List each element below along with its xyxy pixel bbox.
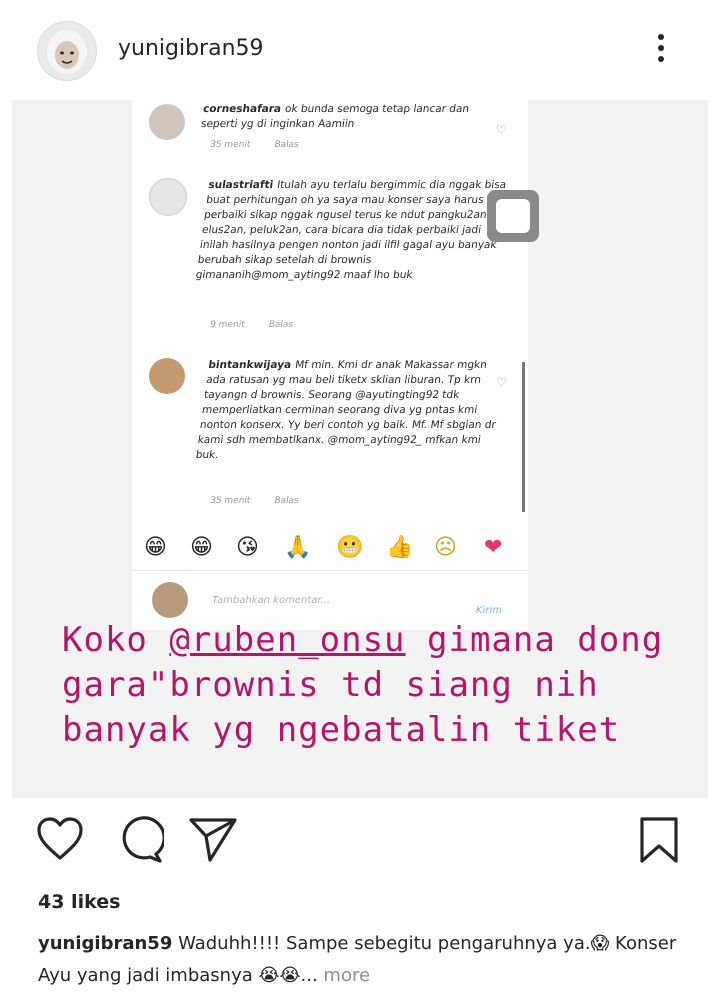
own-avatar	[152, 582, 188, 618]
divider	[132, 570, 528, 571]
share-icon[interactable]	[188, 816, 238, 866]
avatar[interactable]	[37, 21, 97, 81]
emoji: ☹	[434, 535, 457, 560]
post-image[interactable]: corneshafara ok bunda semoga tetap lancar…	[12, 100, 708, 798]
post-username[interactable]: yunigibran59	[118, 36, 264, 61]
caption-username[interactable]: yunigibran59	[38, 933, 172, 954]
comment-meta: 35 menit Balas	[209, 140, 300, 150]
commenter-avatar	[149, 178, 187, 216]
avatar-image	[38, 22, 96, 80]
comment-text: bintankwijaya Mf min. Kmi dr anak Makassa…	[194, 359, 497, 461]
emoji-bar: 😁 😁 😘 🙏 😬 👍 ☹ ❤	[132, 530, 528, 570]
heart-icon: ♡	[496, 375, 507, 389]
emoji: 😁	[190, 535, 213, 560]
overlay-caption: Koko @ruben_onsu gimana dong gara"browni…	[62, 620, 664, 750]
likes-count[interactable]: 43 likes	[38, 891, 120, 913]
bookmark-icon[interactable]	[638, 816, 680, 868]
embedded-screenshot: corneshafara ok bunda semoga tetap lancar…	[132, 100, 539, 630]
comment-text: corneshafara ok bunda semoga tetap lancar…	[200, 103, 470, 130]
emoji: 😬	[336, 535, 364, 560]
heart-icon: ♡	[496, 123, 507, 137]
more-link[interactable]: more	[318, 965, 370, 986]
more-icon[interactable]	[652, 30, 670, 70]
emoji: ❤	[484, 535, 503, 560]
post-caption: yunigibran59 Waduhh!!!! Sampe sebegitu p…	[38, 928, 698, 992]
emoji: 👍	[386, 535, 414, 560]
comment-icon[interactable]	[116, 816, 166, 868]
heart-icon[interactable]	[36, 816, 84, 866]
floating-button	[487, 190, 539, 242]
send-link: Kirim	[476, 605, 502, 616]
emoji: 😁	[144, 535, 167, 560]
add-comment-input: Tambahkan komentar...	[212, 595, 331, 606]
emoji: 😘	[236, 535, 259, 560]
post-header: yunigibran59	[0, 0, 720, 100]
comment-meta: 35 menit Balas	[209, 496, 300, 506]
commenter-avatar	[149, 358, 185, 394]
overlay-mention: @ruben_onsu	[169, 620, 406, 660]
emoji: 🙏	[284, 535, 312, 560]
action-bar	[0, 800, 720, 880]
comment-text: sulastriafti Itulah ayu terlalu bergimmic…	[194, 179, 507, 281]
comment-meta: 9 menit Balas	[209, 320, 294, 330]
commenter-avatar	[149, 104, 185, 140]
scrollbar	[522, 362, 525, 512]
